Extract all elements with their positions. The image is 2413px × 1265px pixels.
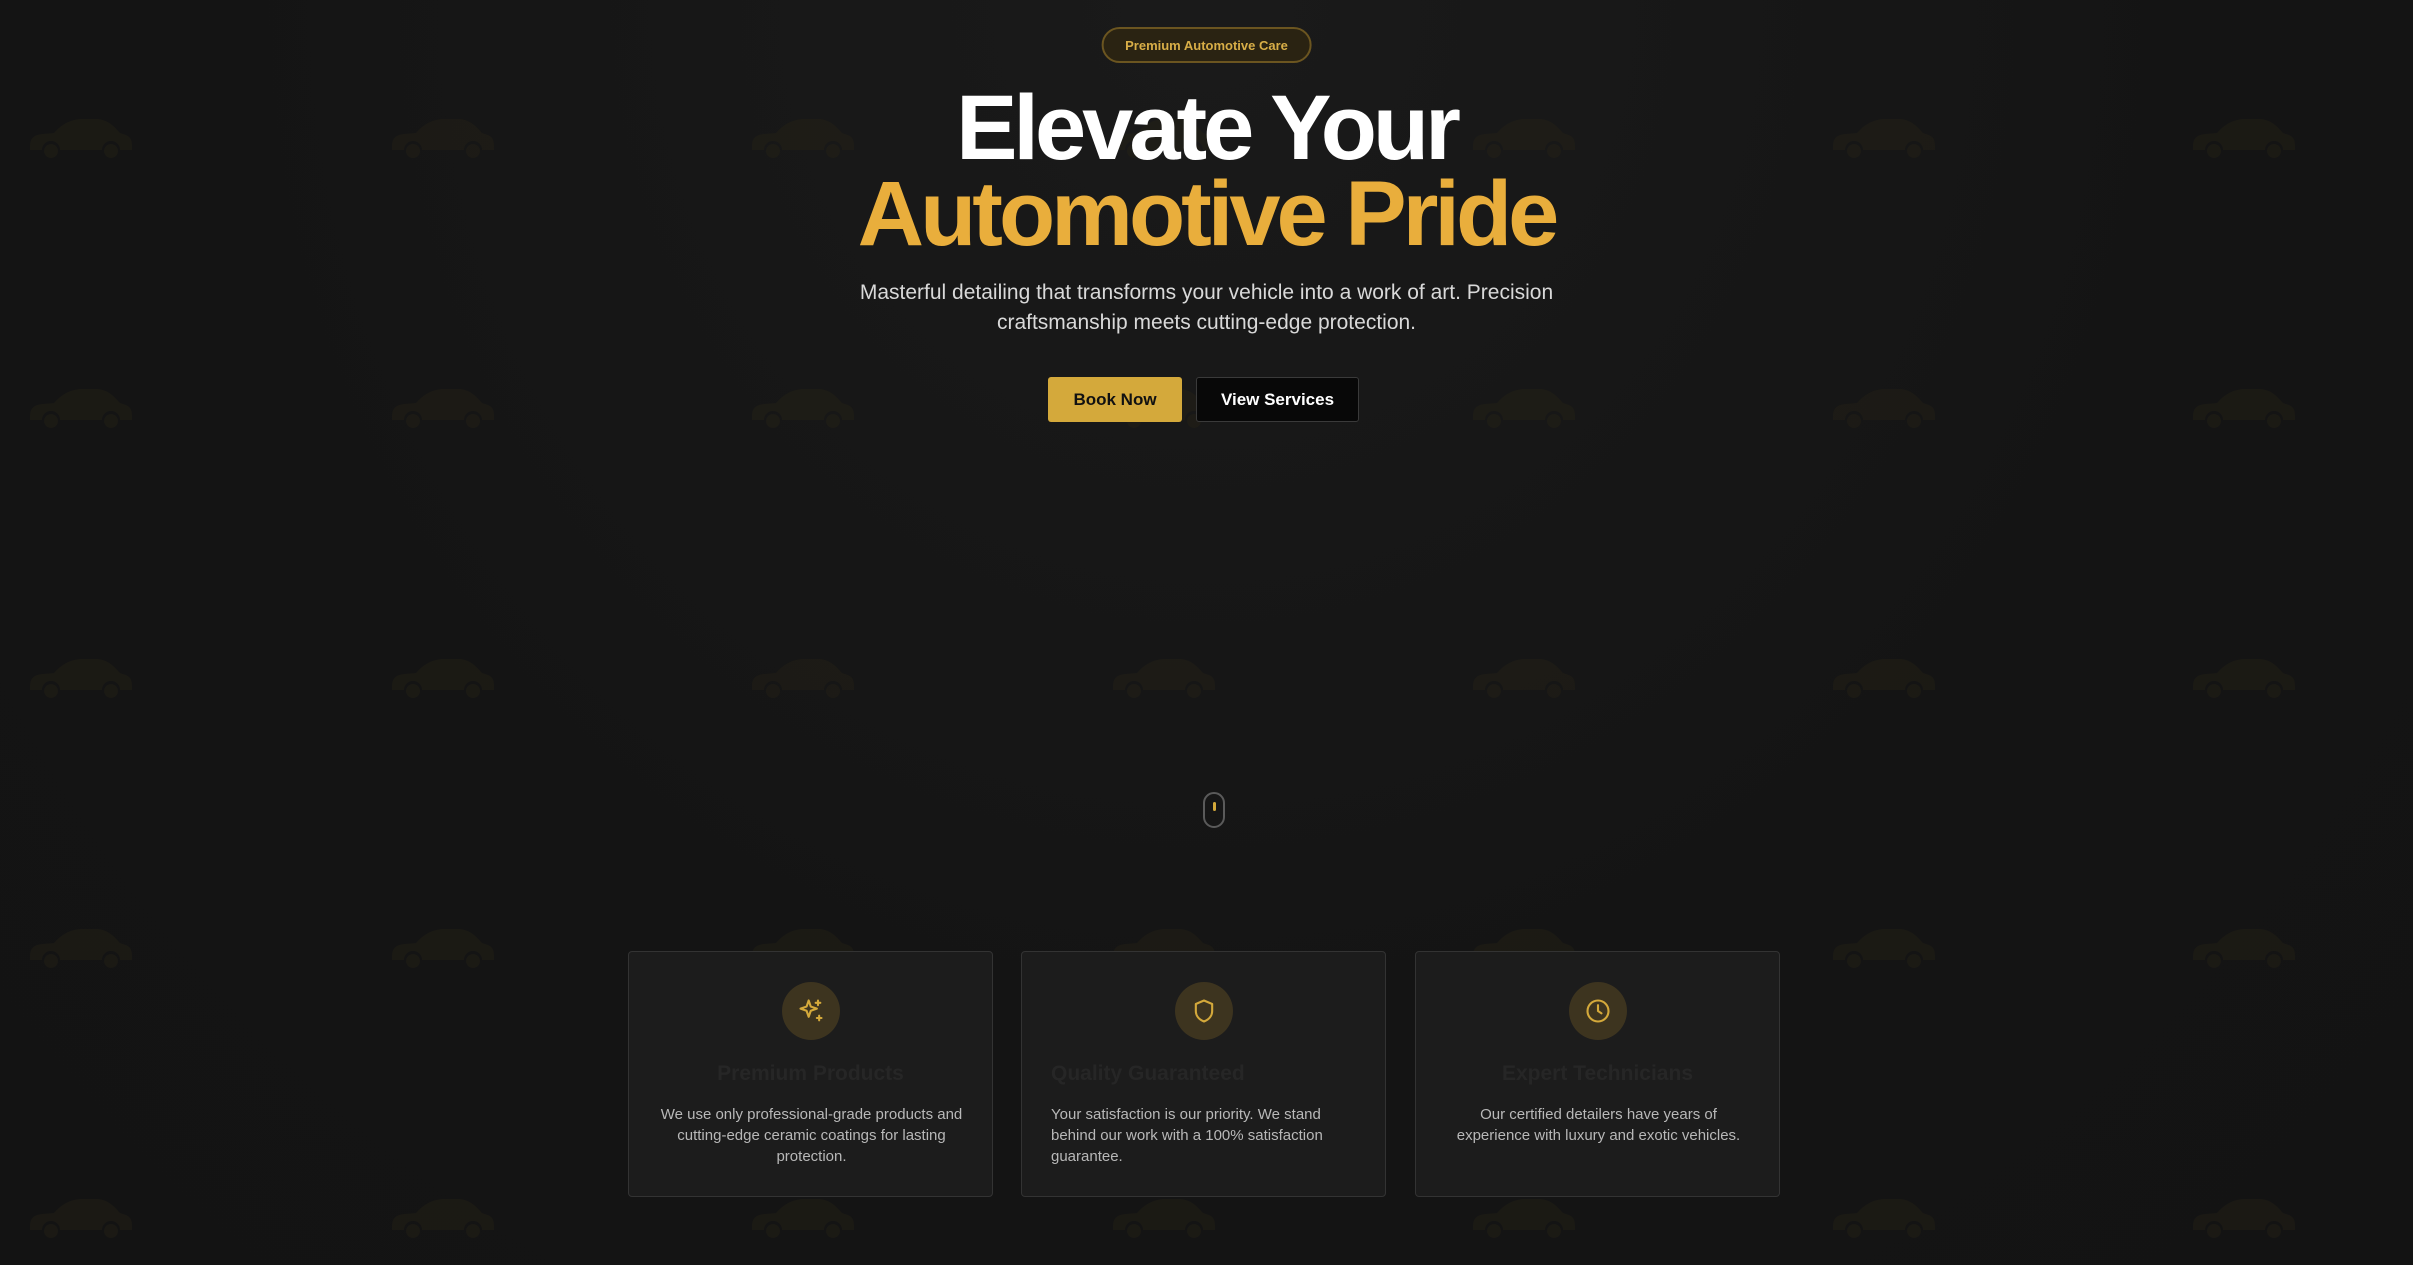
car-silhouette-icon [1467,376,1579,432]
feature-text: We use only professional-grade products … [660,1106,963,1165]
car-silhouette-icon [1827,646,1939,702]
car-silhouette-icon [2187,376,2299,432]
feature-card-premium-products: Premium Products We use only professiona… [628,951,993,1197]
hero-title-line1: Elevate Your [956,77,1461,179]
car-silhouette-icon [24,646,136,702]
feature-text: Your satisfaction is our priority. We st… [1051,1106,1323,1165]
car-silhouette-icon [2187,916,2299,972]
landing-page: Premium Automotive Care Elevate Your Aut… [0,0,2413,1265]
view-services-button[interactable]: View Services [1196,377,1359,422]
feature-text: Our certified detailers have years of ex… [1456,1106,1741,1144]
car-silhouette-icon [746,646,858,702]
car-silhouette-icon [1827,376,1939,432]
car-silhouette-icon [2187,1186,2299,1242]
car-silhouette-icon [24,916,136,972]
scroll-dot [1213,802,1216,811]
car-silhouette-icon [386,1186,498,1242]
car-silhouette-icon [24,376,136,432]
car-silhouette-icon [1107,646,1219,702]
car-silhouette-icon [386,916,498,972]
clock-icon [1568,982,1627,1040]
car-silhouette-icon [1827,916,1939,972]
feature-card-expert-technicians: Expert Technicians Our certified detaile… [1415,951,1780,1197]
car-silhouette-icon [386,376,498,432]
car-silhouette-icon [24,1186,136,1242]
feature-title: Quality Guaranteed [1051,1062,1245,1085]
book-now-button[interactable]: Book Now [1048,377,1182,422]
car-silhouette-icon [2187,646,2299,702]
car-silhouette-icon [1827,1186,1939,1242]
car-silhouette-icon [1467,646,1579,702]
car-silhouette-icon [746,376,858,432]
premium-badge: Premium Automotive Care [1101,27,1312,63]
feature-title: Premium Products [717,1062,904,1085]
shield-icon [1174,982,1233,1040]
feature-card-quality-guaranteed: Quality Guaranteed Your satisfaction is … [1021,951,1386,1197]
feature-title: Expert Technicians [1501,1062,1693,1085]
scroll-indicator-icon[interactable] [1203,792,1225,828]
hero-subtitle: Masterful detailing that transforms your… [859,281,1554,334]
hero-title-line2: Automotive Pride [857,163,1560,265]
sparkles-icon [781,982,840,1040]
car-silhouette-icon [386,646,498,702]
